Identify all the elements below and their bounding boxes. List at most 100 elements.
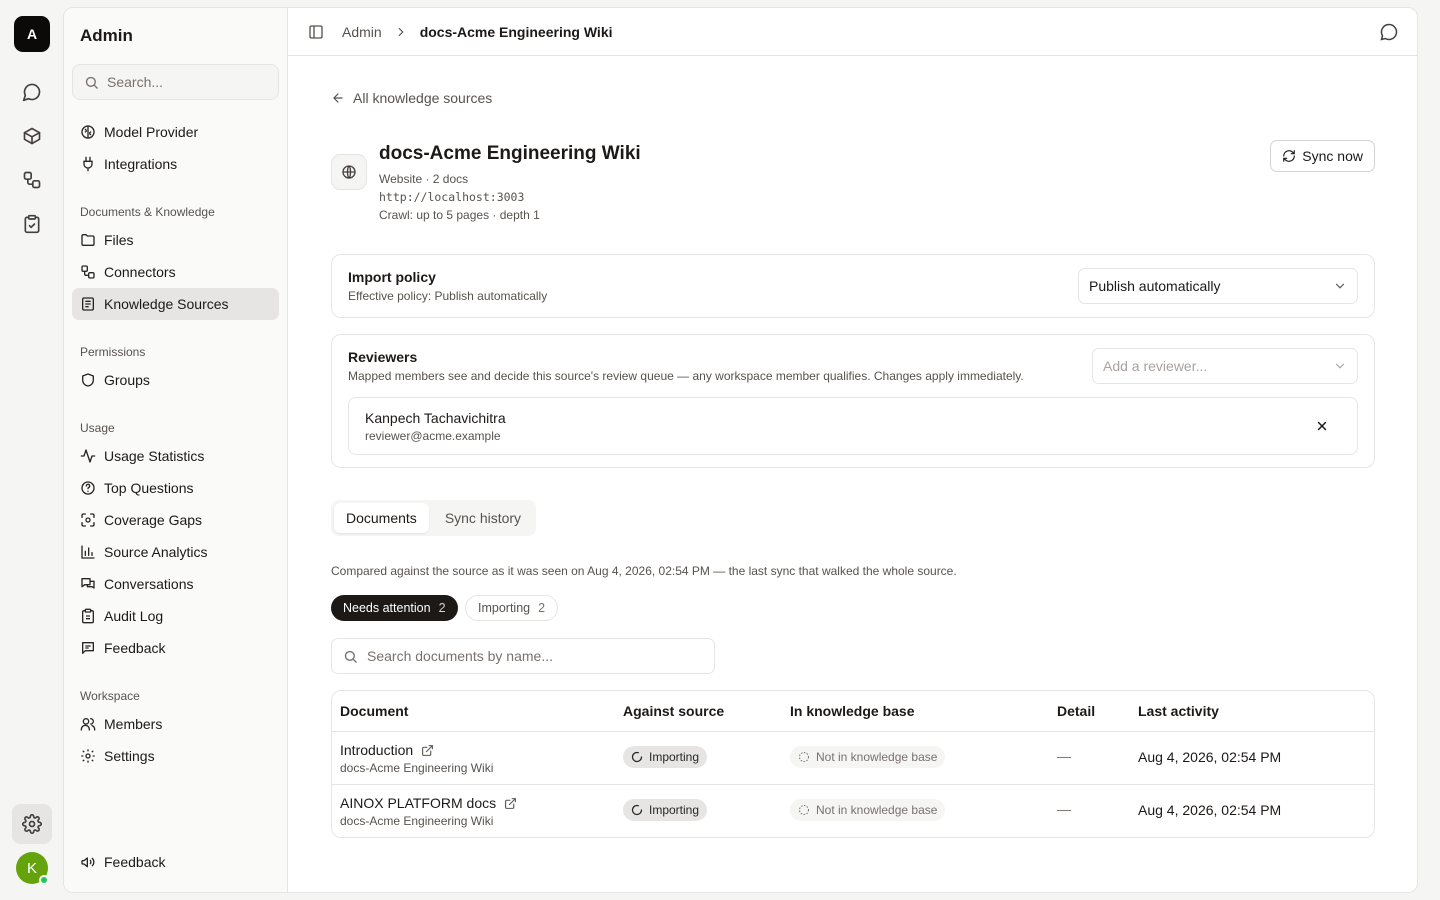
sidebar-search-input[interactable]: Search... — [72, 64, 279, 100]
document-name-label: AINOX PLATFORM docs — [340, 795, 497, 811]
back-link[interactable]: All knowledge sources — [331, 90, 492, 106]
sync-now-button[interactable]: Sync now — [1270, 140, 1375, 172]
arrow-left-icon — [333, 93, 343, 103]
sidebar-item-settings[interactable]: Settings — [72, 740, 279, 772]
sidebar-item-audit-log[interactable]: Audit Log — [72, 600, 279, 632]
sidebar-item-feedback[interactable]: Feedback — [72, 632, 279, 664]
document-name[interactable]: AINOX PLATFORM docs — [340, 795, 517, 811]
filter-needs-attention[interactable]: Needs attention 2 — [331, 595, 458, 621]
external-link-icon[interactable] — [421, 744, 434, 757]
sidebar-item-groups[interactable]: Groups — [72, 364, 279, 396]
tab-documents[interactable]: Documents — [334, 503, 429, 533]
status-badge-importing: Importing — [623, 746, 708, 768]
sidebar-item-label: Coverage Gaps — [104, 512, 203, 528]
app-rail: A K — [0, 0, 64, 900]
settings-icon[interactable] — [12, 804, 52, 844]
sidebar-item-files[interactable]: Files — [72, 224, 279, 256]
filter-importing[interactable]: Importing 2 — [465, 595, 559, 621]
clipboard-check-icon[interactable] — [16, 208, 48, 240]
chat-icon[interactable] — [16, 76, 48, 108]
megaphone-icon — [81, 857, 95, 868]
app-frame: Admin Search... Model Provider Integrati… — [63, 7, 1418, 893]
sidebar-item-source-analytics[interactable]: Source Analytics — [72, 536, 279, 568]
remove-reviewer-close-icon[interactable] — [1315, 419, 1329, 433]
chat-bubble-icon[interactable] — [1379, 22, 1399, 42]
sidebar-item-label: Model Provider — [104, 124, 199, 140]
document-search-placeholder: Search documents by name... — [367, 648, 553, 664]
sidebar-item-coverage-gaps[interactable]: Coverage Gaps — [72, 504, 279, 536]
compared-note: Compared against the source as it was se… — [331, 564, 957, 578]
connector-icon — [81, 265, 95, 279]
tab-bar: Documents Sync history — [331, 500, 537, 536]
document-source: docs-Acme Engineering Wiki — [340, 814, 494, 828]
reviewer-row: Kanpech Tachavichitra reviewer@acme.exam… — [348, 397, 1358, 455]
sidebar-item-conversations[interactable]: Conversations — [72, 568, 279, 600]
breadcrumb-admin[interactable]: Admin — [342, 24, 382, 40]
sidebar-section-documents: Documents & Knowledge — [80, 205, 215, 219]
filter-label: Importing — [478, 601, 531, 615]
sidebar-title: Admin — [80, 26, 133, 45]
add-reviewer-select[interactable]: Add a reviewer... — [1092, 348, 1358, 384]
detail-cell: — — [1057, 801, 1071, 817]
sidebar-item-label: Conversations — [104, 576, 194, 592]
tab-sync-history[interactable]: Sync history — [433, 503, 533, 533]
filter-count: 2 — [438, 601, 446, 615]
table-row[interactable]: Introduction docs-Acme Engineering Wiki … — [332, 731, 1374, 784]
sync-now-label: Sync now — [1302, 148, 1363, 164]
box-icon[interactable] — [16, 120, 48, 152]
loader-icon — [631, 804, 643, 816]
search-icon — [344, 650, 357, 663]
loader-icon — [631, 751, 643, 763]
sidebar-item-top-questions[interactable]: Top Questions — [72, 472, 279, 504]
sidebar-item-label: Knowledge Sources — [104, 296, 229, 312]
sidebar-section-usage: Usage — [80, 421, 115, 435]
sidebar-item-connectors[interactable]: Connectors — [72, 256, 279, 288]
sidebar-item-footer-feedback[interactable]: Feedback — [72, 846, 279, 878]
sidebar-item-label: Top Questions — [104, 480, 194, 496]
chevron-down-icon — [1335, 363, 1345, 369]
gear-icon — [81, 749, 95, 763]
sidebar-section-permissions: Permissions — [80, 345, 146, 359]
online-status-dot — [39, 875, 49, 885]
status-badge-label: Importing — [649, 803, 700, 817]
status-badge-label: Not in knowledge base — [816, 803, 938, 817]
sidebar-item-knowledge-sources[interactable]: Knowledge Sources — [72, 288, 279, 320]
document-search-input[interactable]: Search documents by name... — [331, 638, 715, 674]
table-row[interactable]: AINOX PLATFORM docs docs-Acme Engineerin… — [332, 784, 1374, 837]
user-avatar[interactable]: K — [16, 852, 49, 885]
main-content: All knowledge sources docs-Acme Engineer… — [288, 56, 1417, 892]
import-policy-selected: Publish automatically — [1089, 278, 1221, 294]
workspace-logo[interactable]: A — [14, 16, 50, 52]
plug-icon — [83, 156, 93, 172]
workflow-icon[interactable] — [16, 164, 48, 196]
sidebar-toggle-icon[interactable] — [308, 24, 324, 40]
brain-icon — [81, 125, 95, 139]
import-policy-select[interactable]: Publish automatically — [1078, 268, 1358, 304]
sidebar-item-label: Groups — [104, 372, 150, 388]
sidebar-item-model-provider[interactable]: Model Provider — [72, 116, 279, 148]
external-link-icon[interactable] — [504, 797, 517, 810]
breadcrumb-current: docs-Acme Engineering Wiki — [419, 23, 613, 40]
column-header-detail: Detail — [1057, 703, 1096, 719]
document-name[interactable]: Introduction — [340, 742, 434, 758]
search-icon — [85, 76, 98, 89]
status-badge-not-in-kb: Not in knowledge base — [790, 746, 946, 768]
sidebar-item-integrations[interactable]: Integrations — [72, 148, 279, 180]
filter-label: Needs attention — [343, 601, 431, 615]
sidebar-item-usage-statistics[interactable]: Usage Statistics — [72, 440, 279, 472]
sidebar-item-members[interactable]: Members — [72, 708, 279, 740]
bar-chart-icon — [81, 545, 95, 559]
reviewer-email: reviewer@acme.example — [365, 429, 501, 443]
refresh-icon — [1283, 150, 1296, 162]
sidebar-item-label: Connectors — [104, 264, 176, 280]
document-source: docs-Acme Engineering Wiki — [340, 761, 494, 775]
reviewer-name: Kanpech Tachavichitra — [365, 410, 506, 426]
document-name-label: Introduction — [340, 742, 414, 758]
detail-cell: — — [1057, 748, 1071, 764]
documents-table: Document Against source In knowledge bas… — [331, 690, 1375, 838]
scan-icon — [81, 513, 95, 527]
back-link-label: All knowledge sources — [353, 90, 493, 106]
sidebar-item-label: Integrations — [104, 156, 178, 172]
column-header-against-source: Against source — [623, 703, 725, 719]
status-badge-label: Importing — [649, 750, 700, 764]
